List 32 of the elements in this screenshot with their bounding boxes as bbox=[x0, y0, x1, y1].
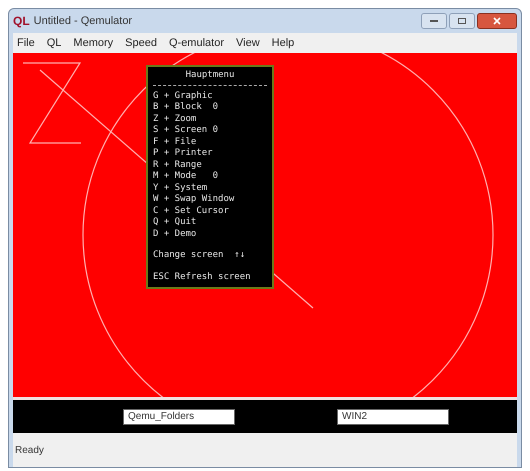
close-button[interactable] bbox=[477, 13, 517, 29]
menu-title: Hauptmenu bbox=[153, 67, 267, 86]
menu-option[interactable]: P + Printer bbox=[153, 148, 267, 160]
app-logo: QL bbox=[13, 13, 30, 30]
refresh-hint: ESC Refresh screen bbox=[153, 272, 252, 283]
drive-field[interactable]: Qemu_Folders bbox=[123, 408, 235, 424]
menu-option[interactable]: B + Block 0 bbox=[153, 102, 267, 114]
menu-item[interactable]: Speed bbox=[125, 34, 157, 52]
close-icon bbox=[493, 17, 501, 25]
menu-option[interactable]: Z + Zoom bbox=[153, 114, 267, 125]
menu-item[interactable]: Help bbox=[272, 34, 294, 52]
menu-option[interactable]: Y + System bbox=[153, 182, 267, 194]
window-title: Untitled - Qemulator bbox=[34, 14, 132, 29]
menu-item[interactable]: QL bbox=[46, 34, 62, 52]
menu-item[interactable]: Memory bbox=[73, 34, 114, 52]
menu-item[interactable]: File bbox=[17, 34, 35, 52]
drive-field[interactable]: WIN2 bbox=[337, 408, 449, 424]
menu-item[interactable]: Q-emulator bbox=[168, 34, 224, 52]
menu-option[interactable]: Q + Quit bbox=[153, 217, 267, 228]
menu-option[interactable]: G + Graphic bbox=[153, 90, 267, 102]
status-text: Ready bbox=[15, 444, 44, 458]
minimize-button[interactable] bbox=[421, 13, 447, 29]
change-screen-hint: Change screen ↑↓ bbox=[153, 250, 246, 262]
menu-option[interactable]: R + Range bbox=[153, 160, 267, 171]
menu-option[interactable]: W + Swap Window bbox=[153, 194, 267, 206]
menu-option[interactable]: F + File bbox=[153, 136, 267, 148]
menu-item[interactable]: View bbox=[236, 34, 260, 52]
menu-option[interactable]: M + Mode 0 bbox=[153, 171, 267, 182]
maximize-button[interactable] bbox=[449, 13, 475, 29]
menu-option[interactable]: S + Screen 0 bbox=[153, 125, 267, 136]
menu-option[interactable]: C + Set Cursor bbox=[153, 206, 267, 217]
menu-option[interactable]: D + Demo bbox=[153, 228, 267, 240]
